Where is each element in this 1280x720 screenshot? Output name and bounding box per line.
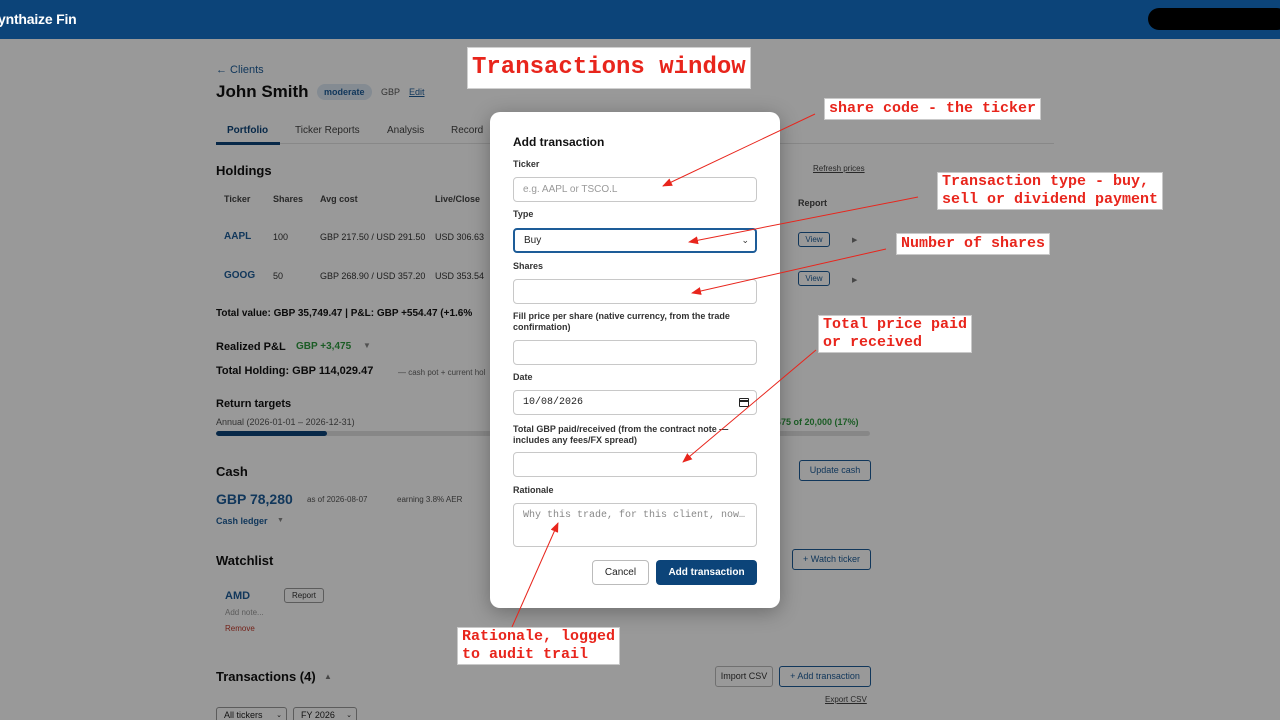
type-select[interactable]: Buy ⌄ <box>513 228 757 253</box>
modal-title: Add transaction <box>513 135 605 149</box>
total-gbp-label: Total GBP paid/received (from the contra… <box>513 424 729 445</box>
annotation-share-code: share code - the ticker <box>824 98 1042 120</box>
shares-label: Shares <box>513 261 544 271</box>
annotation-transaction-type: Transaction type - buy, sell or dividend… <box>937 172 1164 210</box>
redacted-user-pill[interactable] <box>1148 8 1280 30</box>
brand-name[interactable]: ynthaize Fin <box>0 11 77 27</box>
rationale-label: Rationale <box>513 485 554 495</box>
annotation-total-price: Total price paid or received <box>818 315 973 353</box>
chevron-down-icon: ⌄ <box>741 235 749 245</box>
annotation-number-of-shares: Number of shares <box>896 233 1051 255</box>
top-bar: ynthaize Fin <box>0 0 1280 39</box>
date-label: Date <box>513 372 533 382</box>
cancel-button[interactable]: Cancel <box>592 560 649 585</box>
date-input[interactable]: 10/08/2026 <box>513 390 757 415</box>
rationale-textarea[interactable]: Why this trade, for this client, now… <box>513 503 757 547</box>
annotation-rationale: Rationale, logged to audit trail <box>457 627 621 665</box>
submit-transaction-button[interactable]: Add transaction <box>656 560 757 585</box>
date-value: 10/08/2026 <box>523 397 584 408</box>
total-gbp-input[interactable] <box>513 452 757 477</box>
add-transaction-modal: Add transaction Ticker e.g. AAPL or TSCO… <box>490 112 780 608</box>
calendar-icon[interactable] <box>739 398 749 407</box>
ticker-input[interactable]: e.g. AAPL or TSCO.L <box>513 177 757 202</box>
shares-input[interactable] <box>513 279 757 304</box>
annotation-title: Transactions window <box>467 47 751 89</box>
type-select-value: Buy <box>524 235 542 246</box>
type-label: Type <box>513 209 534 219</box>
ticker-label: Ticker <box>513 159 540 169</box>
fill-price-label: Fill price per share (native currency, f… <box>513 311 730 332</box>
fill-price-input[interactable] <box>513 340 757 365</box>
